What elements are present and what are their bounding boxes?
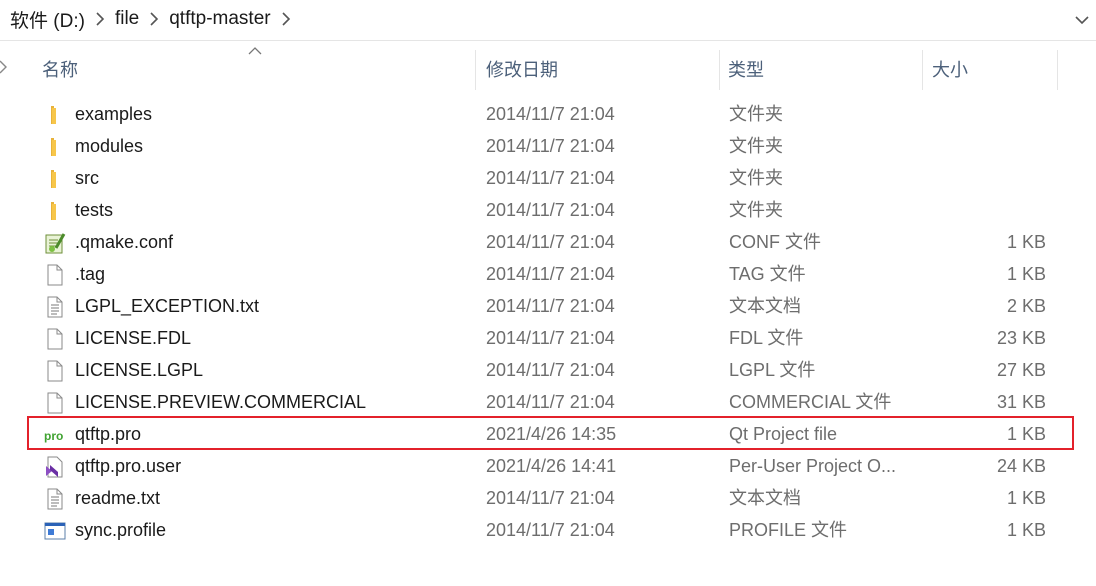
file-modified-date: 2014/11/7 21:04: [486, 520, 615, 540]
column-divider[interactable]: [922, 50, 923, 90]
chevron-down-icon[interactable]: [1072, 10, 1092, 30]
file-row[interactable]: LGPL_EXCEPTION.txt 2014/11/7 21:04 文本文档 2 K…: [36, 290, 1072, 320]
breadcrumb-item-drive[interactable]: 软件 (D:): [6, 6, 89, 33]
file-size: 31 KB: [996, 392, 1046, 412]
file-row[interactable]: sync.profile 2014/11/7 21:04 PROFILE 文件 1 K…: [36, 514, 1072, 544]
file-modified-date: 2021/4/26 14:41: [486, 456, 617, 476]
breadcrumb-item-file[interactable]: file: [111, 8, 143, 30]
blank-file-icon: [44, 360, 66, 382]
file-type: 文本文档: [729, 296, 801, 316]
file-modified-date: 2014/11/7 21:04: [486, 360, 615, 380]
file-modified-date: 2014/11/7 21:04: [486, 392, 615, 412]
blank-file-icon: [44, 328, 66, 350]
file-type: Qt Project file: [729, 424, 838, 444]
file-name: LGPL_EXCEPTION.txt: [75, 296, 260, 316]
file-row[interactable]: .qmake.conf 2014/11/7 21:04 CONF 文件 1 KB: [36, 226, 1072, 256]
file-type: FDL 文件: [729, 328, 804, 348]
file-size: 1 KB: [1006, 232, 1046, 252]
file-type: 文件夹: [729, 200, 783, 220]
chevron-right-icon[interactable]: [89, 0, 111, 38]
folder-icon: [44, 168, 66, 190]
qt-pro-file-icon: pro: [44, 424, 66, 446]
file-type: CONF 文件: [729, 232, 821, 252]
column-header-date[interactable]: 修改日期: [486, 44, 716, 94]
column-divider[interactable]: [719, 50, 720, 90]
file-type: 文件夹: [729, 104, 783, 124]
file-type: COMMERCIAL 文件: [729, 392, 892, 412]
file-size: 24 KB: [996, 456, 1046, 476]
file-type: LGPL 文件: [729, 360, 816, 380]
file-modified-date: 2014/11/7 21:04: [486, 488, 615, 508]
file-modified-date: 2021/4/26 14:35: [486, 424, 617, 444]
breadcrumb-item-qtftp-master[interactable]: qtftp-master: [165, 8, 274, 30]
file-size: 1 KB: [1006, 424, 1046, 444]
file-size: 2 KB: [1006, 296, 1046, 316]
file-size: 1 KB: [1006, 520, 1046, 540]
file-name: LICENSE.FDL: [75, 328, 192, 348]
text-file-icon: [44, 488, 66, 510]
file-type: 文本文档: [729, 488, 801, 508]
file-name: examples: [75, 104, 153, 124]
folder-icon: [44, 200, 66, 222]
file-name: .tag: [75, 264, 106, 284]
column-header-type[interactable]: 类型: [728, 44, 918, 94]
file-size: 1 KB: [1006, 488, 1046, 508]
file-size: 23 KB: [996, 328, 1046, 348]
file-modified-date: 2014/11/7 21:04: [486, 168, 615, 188]
file-row[interactable]: examples 2014/11/7 21:04 文件夹: [36, 98, 1072, 128]
file-row[interactable]: qtftp.pro.user 2021/4/26 14:41 Per-User Pr…: [36, 450, 1072, 480]
file-modified-date: 2014/11/7 21:04: [486, 104, 615, 124]
column-header-size[interactable]: 大小: [932, 44, 1052, 94]
file-type: PROFILE 文件: [729, 520, 848, 540]
visual-studio-file-icon: [44, 456, 66, 478]
file-type: Per-User Project O...: [729, 456, 897, 476]
file-modified-date: 2014/11/7 21:04: [486, 328, 615, 348]
folder-icon: [44, 104, 66, 126]
file-name: qtftp.pro: [75, 424, 142, 444]
file-modified-date: 2014/11/7 21:04: [486, 232, 615, 252]
file-row[interactable]: LICENSE.LGPL 2014/11/7 21:04 LGPL 文件 27 KB: [36, 354, 1072, 384]
file-name: LICENSE.LGPL: [75, 360, 204, 380]
column-divider[interactable]: [475, 50, 476, 90]
breadcrumb: 软件 (D:) file qtftp-master: [6, 0, 297, 38]
notepad-plus-plus-file-icon: [44, 232, 66, 254]
file-modified-date: 2014/11/7 21:04: [486, 136, 615, 156]
blank-file-icon: [44, 264, 66, 286]
file-name: LICENSE.PREVIEW.COMMERCIAL: [75, 392, 367, 412]
file-row-selected-highlight[interactable]: pro qtftp.pro 2021/4/26 14:35 Qt Project fi…: [27, 416, 1074, 450]
file-type: TAG 文件: [729, 264, 806, 284]
file-name: tests: [75, 200, 114, 220]
folder-icon: [44, 136, 66, 158]
file-row[interactable]: readme.txt 2014/11/7 21:04 文本文档 1 KB: [36, 482, 1072, 512]
file-type: 文件夹: [729, 168, 783, 188]
file-row[interactable]: src 2014/11/7 21:04 文件夹: [36, 162, 1072, 192]
file-name: .qmake.conf: [75, 232, 174, 252]
file-row[interactable]: tests 2014/11/7 21:04 文件夹: [36, 194, 1072, 224]
file-row[interactable]: .tag 2014/11/7 21:04 TAG 文件 1 KB: [36, 258, 1072, 288]
file-modified-date: 2014/11/7 21:04: [486, 200, 615, 220]
file-type: 文件夹: [729, 136, 783, 156]
file-name: readme.txt: [75, 488, 161, 508]
chevron-right-icon[interactable]: [275, 0, 297, 38]
column-divider[interactable]: [1057, 50, 1058, 90]
file-row[interactable]: LICENSE.FDL 2014/11/7 21:04 FDL 文件 23 KB: [36, 322, 1072, 352]
chevron-right-icon[interactable]: [143, 0, 165, 38]
file-name: sync.profile: [75, 520, 167, 540]
file-size: 1 KB: [1006, 264, 1046, 284]
column-header-name[interactable]: 名称: [42, 44, 472, 94]
profile-file-icon: [44, 520, 66, 542]
column-header-row: 名称 修改日期 类型 大小: [0, 44, 1096, 96]
svg-text:pro: pro: [44, 429, 63, 443]
file-size: 27 KB: [996, 360, 1046, 380]
file-row[interactable]: modules 2014/11/7 21:04 文件夹: [36, 130, 1072, 160]
file-modified-date: 2014/11/7 21:04: [486, 296, 615, 316]
blank-file-icon: [44, 392, 66, 414]
file-name: src: [75, 168, 99, 188]
file-row[interactable]: LICENSE.PREVIEW.COMMERCIAL 2014/11/7 21:0…: [36, 386, 1072, 416]
file-name: modules: [75, 136, 144, 156]
address-bar[interactable]: 软件 (D:) file qtftp-master: [0, 0, 1096, 41]
file-name: qtftp.pro.user: [75, 456, 182, 476]
file-modified-date: 2014/11/7 21:04: [486, 264, 615, 284]
text-file-icon: [44, 296, 66, 318]
